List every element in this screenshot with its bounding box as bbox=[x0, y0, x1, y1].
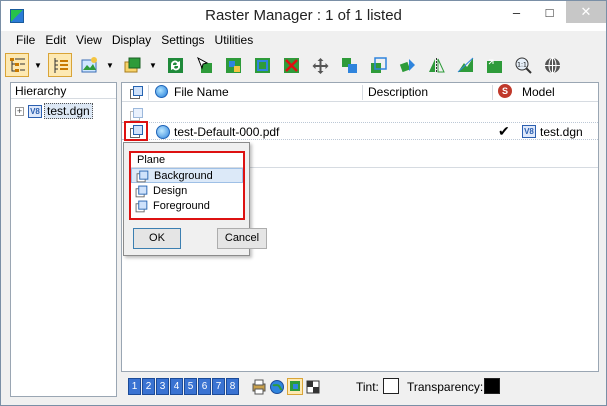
plane-option-label: Design bbox=[153, 184, 188, 197]
select-raster-icon[interactable] bbox=[192, 53, 216, 77]
warp-icon[interactable] bbox=[453, 53, 477, 77]
list-view-icon[interactable] bbox=[48, 53, 72, 77]
chevron-down-icon[interactable]: ▼ bbox=[34, 53, 42, 77]
column-description[interactable]: Description bbox=[368, 85, 428, 99]
attach-raster-icon[interactable] bbox=[77, 53, 101, 77]
plane-column-icon bbox=[130, 86, 143, 99]
magnifier-11-icon[interactable]: 1:1 bbox=[511, 53, 535, 77]
menu-display[interactable]: Display bbox=[107, 31, 156, 49]
chevron-down-icon[interactable]: ▼ bbox=[106, 53, 114, 77]
model-column-icon: S bbox=[498, 84, 512, 98]
detach-icon[interactable] bbox=[279, 53, 303, 77]
svg-text:1:1: 1:1 bbox=[517, 62, 527, 69]
plane-button[interactable] bbox=[124, 121, 148, 141]
title-bar: Raster Manager : 1 of 1 listed – □ ✕ bbox=[1, 1, 606, 31]
column-file-name[interactable]: File Name bbox=[174, 85, 229, 99]
plane-icon bbox=[135, 185, 148, 197]
move-icon[interactable] bbox=[308, 53, 332, 77]
window-controls: – □ ✕ bbox=[500, 1, 606, 23]
dgn-file-icon: V8 bbox=[28, 104, 42, 118]
attach-options-icon[interactable] bbox=[120, 53, 144, 77]
row-file-name: test-Default-000.pdf bbox=[174, 125, 280, 139]
plane-popup: Plane Background Design Foreground OK Ca… bbox=[123, 142, 267, 256]
plane-option-foreground[interactable]: Foreground bbox=[131, 198, 243, 213]
ok-button[interactable]: OK bbox=[133, 228, 181, 249]
column-separator bbox=[362, 85, 363, 100]
transparency-label: Transparency: bbox=[407, 380, 484, 394]
column-separator bbox=[492, 85, 493, 100]
raster-manager-window: Raster Manager : 1 of 1 listed – □ ✕ Fil… bbox=[0, 0, 607, 406]
plane-option-label: Foreground bbox=[153, 199, 210, 212]
tree-item-test-dgn[interactable]: + V8 test.dgn bbox=[15, 103, 93, 119]
list-header: File Name Description S Model bbox=[122, 83, 598, 102]
plane-option-label: Background bbox=[154, 169, 213, 182]
pdf-globe-icon bbox=[156, 125, 170, 139]
column-model[interactable]: Model bbox=[522, 85, 555, 99]
menu-edit[interactable]: Edit bbox=[40, 31, 71, 49]
view-8-button[interactable]: 8 bbox=[226, 378, 239, 395]
plane-option-design[interactable]: Design bbox=[131, 183, 243, 198]
mirror-icon[interactable] bbox=[424, 53, 448, 77]
plane-icon bbox=[135, 200, 148, 212]
tint-color-swatch[interactable] bbox=[383, 378, 399, 394]
column-separator bbox=[148, 85, 149, 100]
tint-label: Tint: bbox=[356, 380, 379, 394]
view-5-button[interactable]: 5 bbox=[184, 378, 197, 395]
check-icon: ✔ bbox=[498, 123, 510, 139]
transparency-color-swatch[interactable] bbox=[484, 378, 500, 394]
copy-icon[interactable] bbox=[337, 53, 361, 77]
minimize-icon[interactable]: – bbox=[500, 1, 533, 23]
menu-view[interactable]: View bbox=[71, 31, 107, 49]
expand-icon[interactable]: + bbox=[15, 106, 24, 116]
plane-icon bbox=[130, 108, 143, 121]
view-1-button[interactable]: 1 bbox=[128, 378, 141, 395]
hierarchy-panel: Hierarchy + V8 test.dgn bbox=[10, 82, 117, 397]
cancel-button[interactable]: Cancel bbox=[217, 228, 267, 249]
chevron-down-icon[interactable]: ▼ bbox=[149, 53, 157, 77]
plane-icon bbox=[136, 170, 149, 182]
clip-icon[interactable] bbox=[221, 53, 245, 77]
status-bar: 1 2 3 4 5 6 7 8 Tint: Transparency: bbox=[121, 375, 599, 399]
view-4-button[interactable]: 4 bbox=[170, 378, 183, 395]
checker-icon[interactable] bbox=[305, 378, 321, 395]
plane-option-background[interactable]: Background bbox=[131, 168, 243, 183]
menu-settings[interactable]: Settings bbox=[156, 31, 209, 49]
plane-icon bbox=[130, 125, 143, 138]
reload-icon[interactable] bbox=[163, 53, 187, 77]
table-row[interactable]: test-Default-000.pdf ✔ V8 test.dgn bbox=[122, 121, 598, 141]
view-7-button[interactable]: 7 bbox=[212, 378, 225, 395]
list-divider bbox=[250, 155, 598, 168]
menu-utilities[interactable]: Utilities bbox=[210, 31, 259, 49]
printer-icon[interactable] bbox=[251, 378, 267, 395]
maximize-icon[interactable]: □ bbox=[533, 1, 566, 23]
view-2-button[interactable]: 2 bbox=[142, 378, 155, 395]
view-6-button[interactable]: 6 bbox=[198, 378, 211, 395]
dgn-file-icon: V8 bbox=[522, 125, 536, 138]
plane-header: Plane bbox=[131, 153, 243, 168]
menu-file[interactable]: File bbox=[11, 31, 40, 49]
plane-list: Plane Background Design Foreground bbox=[129, 151, 245, 220]
globe-column-icon bbox=[155, 85, 168, 98]
hierarchy-view-icon[interactable] bbox=[5, 53, 29, 77]
clip-boundary-icon[interactable] bbox=[250, 53, 274, 77]
globe-icon[interactable] bbox=[540, 53, 564, 77]
toolbar: ▼ ▼ ▼ 1:1 bbox=[5, 49, 603, 81]
view-3-button[interactable]: 3 bbox=[156, 378, 169, 395]
scale-icon[interactable] bbox=[366, 53, 390, 77]
rotate-icon[interactable] bbox=[395, 53, 419, 77]
fit-icon[interactable] bbox=[482, 53, 506, 77]
globe-icon[interactable] bbox=[269, 378, 285, 395]
row-model: test.dgn bbox=[540, 125, 583, 139]
menu-bar: File Edit View Display Settings Utilitie… bbox=[1, 31, 606, 49]
hierarchy-header: Hierarchy bbox=[11, 83, 116, 99]
tree-item-label: test.dgn bbox=[44, 103, 93, 119]
close-icon[interactable]: ✕ bbox=[566, 1, 606, 23]
raster-display-icon[interactable] bbox=[287, 378, 303, 395]
